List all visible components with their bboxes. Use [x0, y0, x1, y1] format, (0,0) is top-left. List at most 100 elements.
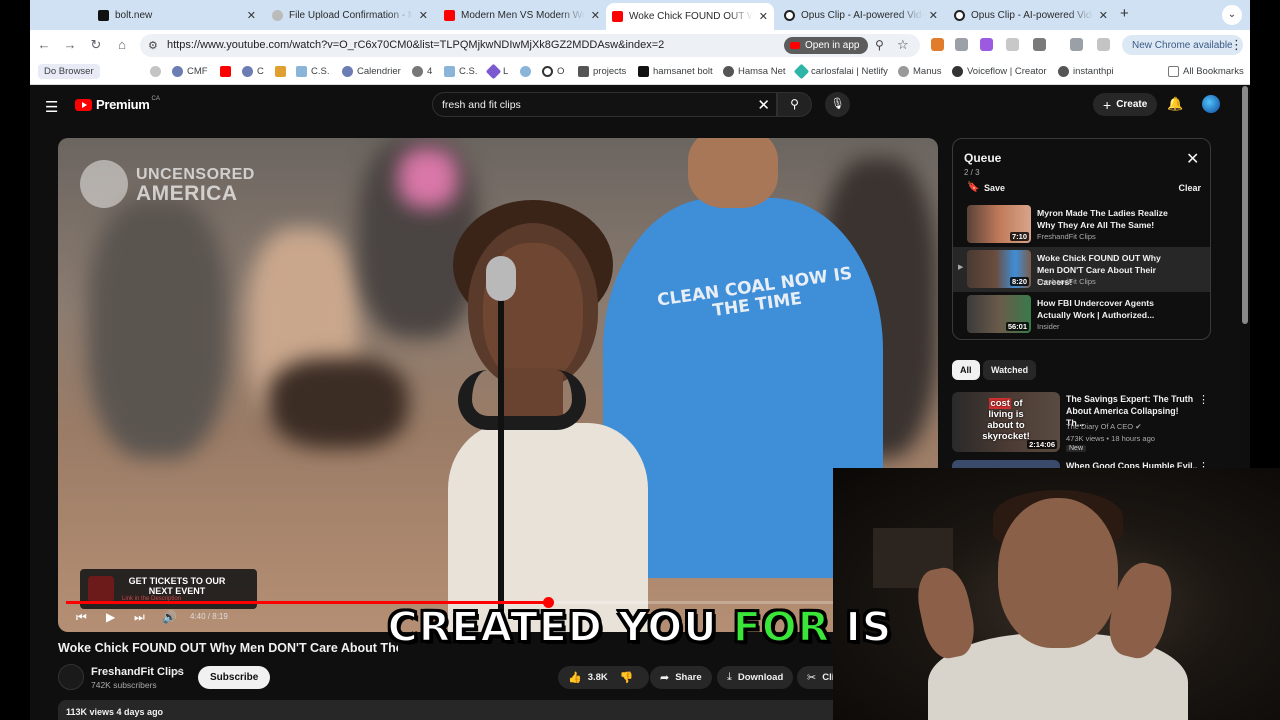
tab-file-upload[interactable]: File Upload Confirmation - Ma ✕: [266, 4, 434, 26]
metamask-extension-icon[interactable]: [931, 38, 944, 51]
create-button[interactable]: + Create: [1093, 93, 1158, 116]
bookmark-voiceflow[interactable]: Voiceflow | Creator: [952, 66, 1047, 77]
bookmark-save-icon[interactable]: 🔖: [967, 182, 979, 193]
url-text[interactable]: https://www.youtube.com/watch?v=O_rC6x70…: [167, 39, 664, 51]
menu-hamburger-icon[interactable]: ☰: [45, 98, 58, 116]
create-label: Create: [1116, 99, 1148, 110]
queue-item-title: How FBI Undercover Agents Actually Work …: [1037, 298, 1155, 320]
bookmark-cs[interactable]: C.S.: [296, 66, 329, 77]
bookmark-star-icon[interactable]: ☆: [897, 37, 909, 53]
bookmark-projects[interactable]: projects: [578, 66, 626, 77]
page-scrollbar[interactable]: [1242, 86, 1248, 324]
tab-woke-chick-active[interactable]: Woke Chick FOUND OUT Wh ✕: [606, 3, 774, 30]
shield-extension-icon[interactable]: [1006, 38, 1019, 51]
chip-all[interactable]: All: [952, 360, 980, 380]
bookmark-cmf[interactable]: CMF: [172, 66, 208, 77]
reload-icon[interactable]: ↻: [88, 37, 104, 53]
bookmark-cloud[interactable]: [520, 66, 535, 77]
bookmark-hamsa-net[interactable]: Hamsa Net: [723, 66, 786, 77]
new-tab-plus-icon[interactable]: +: [1120, 5, 1129, 22]
description-box[interactable]: 113K views 4 days ago: [58, 700, 938, 720]
channel-name[interactable]: FreshandFit Clips: [91, 666, 184, 678]
bookmark-label: Hamsa Net: [738, 66, 786, 77]
channel-avatar[interactable]: [58, 664, 84, 690]
share-label: Share: [675, 672, 702, 683]
voice-search-mic-icon[interactable]: 🎙: [825, 92, 850, 117]
download-button[interactable]: ⤓ Download: [717, 666, 794, 689]
bookmark-item[interactable]: [150, 66, 165, 77]
bookmark-o[interactable]: O: [542, 66, 564, 77]
new-badge: New: [1066, 445, 1087, 452]
bookmark-l[interactable]: L: [485, 63, 508, 80]
save-queue-button[interactable]: Save: [984, 183, 1005, 193]
bookmark-youtube[interactable]: [220, 66, 235, 77]
share-button[interactable]: ➦ Share: [650, 666, 712, 689]
back-arrow-icon[interactable]: ←: [36, 37, 52, 52]
search-input[interactable]: fresh and fit clips ✕: [432, 92, 777, 117]
queue-item[interactable]: 7:10 Myron Made The Ladies Realize Why T…: [953, 202, 1210, 247]
tab-bolt[interactable]: bolt.new ✕: [92, 4, 262, 26]
zoom-icon[interactable]: ⚲: [875, 38, 884, 52]
account-avatar[interactable]: [1202, 95, 1220, 113]
clear-queue-button[interactable]: Clear: [1178, 183, 1201, 193]
open-in-app-button[interactable]: Open in app: [784, 37, 868, 54]
tab-opus-clip-2[interactable]: Opus Clip - AI-powered Video ✕: [948, 4, 1114, 26]
duration-badge: 2:14:06: [1027, 440, 1057, 449]
bookmark-netlify[interactable]: carlosfalai | Netlify: [793, 63, 888, 80]
clear-search-icon[interactable]: ✕: [757, 96, 770, 114]
caption-text: IS: [830, 602, 893, 652]
close-tab-icon[interactable]: ✕: [1099, 9, 1108, 22]
close-tab-icon[interactable]: ✕: [759, 10, 768, 23]
chip-watched[interactable]: Watched: [983, 360, 1037, 380]
recommendation-thumbnail[interactable]: cost of living is about to skyrocket! 2:…: [952, 392, 1060, 452]
bookmark-c[interactable]: C: [242, 66, 264, 77]
bookmark-do-browser[interactable]: Do Browser: [38, 64, 100, 79]
queue-item-now-playing[interactable]: ▶ 8:20 Woke Chick FOUND OUT Why Men DON'…: [953, 247, 1210, 292]
slack-favicon-icon: [275, 66, 286, 77]
forward-arrow-icon[interactable]: →: [62, 37, 78, 52]
netlify-favicon-icon: [793, 63, 810, 80]
extension-icon[interactable]: [955, 38, 968, 51]
profile-icon[interactable]: [1097, 38, 1110, 51]
puzzle-extensions-icon[interactable]: [1033, 38, 1046, 51]
bookmark-instanthpi[interactable]: instanthpi: [1058, 66, 1114, 77]
tab-title: File Upload Confirmation - Ma: [289, 9, 413, 21]
notifications-bell-icon[interactable]: 🔔: [1167, 96, 1183, 112]
thumbs-down-icon[interactable]: 👎: [620, 671, 634, 684]
tab-opus-clip[interactable]: Opus Clip - AI-powered Video ✕: [778, 4, 944, 26]
site-settings-icon[interactable]: ⚙: [148, 39, 158, 52]
bookmark-calendrier[interactable]: Calendrier: [342, 66, 401, 77]
more-options-kebab-icon[interactable]: ⋮: [1198, 393, 1209, 406]
tab-search-chevron-icon[interactable]: ⌄: [1222, 5, 1242, 25]
queue-thumbnail: 56:01: [967, 295, 1031, 333]
close-queue-icon[interactable]: ✕: [1186, 149, 1199, 169]
all-bookmarks[interactable]: All Bookmarks: [1168, 66, 1244, 77]
queue-item[interactable]: 56:01 How FBI Undercover Agents Actually…: [953, 292, 1210, 337]
subscribe-button[interactable]: Subscribe: [198, 666, 271, 689]
bookmark-slack[interactable]: [275, 66, 290, 77]
bookmark-4[interactable]: 4: [412, 66, 432, 77]
close-tab-icon[interactable]: ✕: [419, 9, 428, 22]
verified-check-icon: ✔: [175, 666, 183, 676]
youtube-premium-logo[interactable]: Premium CA: [75, 96, 160, 112]
youtube-favicon-icon: [444, 9, 455, 21]
bookmark-manus[interactable]: Manus: [898, 66, 942, 77]
like-dislike-button[interactable]: 👍 3.8K 👎: [558, 666, 650, 689]
search-button[interactable]: ⚲: [777, 92, 812, 117]
search-query[interactable]: fresh and fit clips: [442, 99, 521, 111]
tab-modern-men[interactable]: Modern Men VS Modern Wom ✕: [438, 4, 606, 26]
bookmark-cs-2[interactable]: C.S.: [444, 66, 477, 77]
address-bar[interactable]: ⚙ https://www.youtube.com/watch?v=O_rC6x…: [140, 34, 920, 57]
chrome-menu-kebab-icon[interactable]: ⋮: [1230, 37, 1243, 53]
bookmark-label: Voiceflow | Creator: [967, 66, 1047, 77]
media-controls-icon[interactable]: [1070, 38, 1083, 51]
video-player[interactable]: CLEAN COAL NOW IS THE TIME UNCENSORED AM…: [58, 138, 938, 632]
recommendation-channel[interactable]: The Diary Of A CEO ✔: [1066, 422, 1142, 431]
close-tab-icon[interactable]: ✕: [591, 9, 600, 22]
new-chrome-available-button[interactable]: New Chrome available: [1122, 35, 1243, 55]
close-tab-icon[interactable]: ✕: [929, 9, 938, 22]
extension-icon[interactable]: [980, 38, 993, 51]
close-tab-icon[interactable]: ✕: [247, 9, 256, 22]
bookmark-hamsanet-bolt[interactable]: hamsanet bolt: [638, 66, 713, 77]
home-icon[interactable]: ⌂: [114, 37, 130, 52]
